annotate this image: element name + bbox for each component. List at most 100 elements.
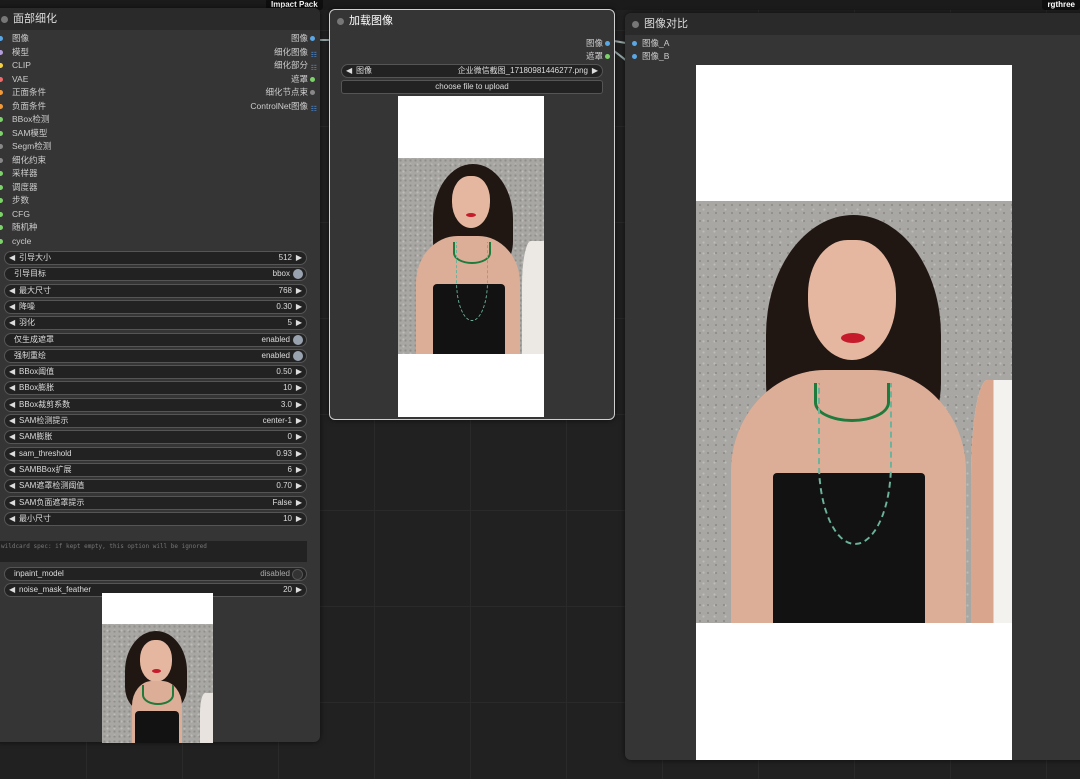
collapse-dot-icon[interactable] xyxy=(1,16,8,23)
load-image-node[interactable]: 加载图像 图像 遮罩 ◀ 图像 企业微信截图_17180981446277.pn… xyxy=(329,9,615,420)
increment-arrow-icon[interactable]: ▶ xyxy=(296,584,302,596)
input-socket-icon[interactable] xyxy=(0,225,3,230)
increment-arrow-icon[interactable]: ▶ xyxy=(296,497,302,509)
decrement-arrow-icon[interactable]: ◀ xyxy=(9,480,15,492)
output-socket-2[interactable]: 细化部分 ☷ xyxy=(198,59,317,72)
widget-2[interactable]: ◀ 最大尺寸 768 ▶ xyxy=(4,283,307,298)
input-socket-icon[interactable] xyxy=(0,238,3,244)
decrement-arrow-icon[interactable]: ◀ xyxy=(9,431,15,443)
decrement-arrow-icon[interactable]: ◀ xyxy=(9,382,15,394)
input-socket-icon[interactable] xyxy=(0,157,3,163)
decrement-arrow-icon[interactable]: ◀ xyxy=(9,513,15,525)
decrement-arrow-icon[interactable]: ◀ xyxy=(9,301,15,313)
widget-1[interactable]: 引导目标 bbox xyxy=(4,267,307,282)
next-file-arrow-icon[interactable]: ▶ xyxy=(592,65,598,77)
widget-3[interactable]: ◀ 降噪 0.30 ▶ xyxy=(4,299,307,314)
compare-title-bar[interactable]: 图像对比 xyxy=(625,13,1080,35)
list-output-icon[interactable]: ☷ xyxy=(311,62,317,75)
input-socket-10[interactable]: 采样器 xyxy=(0,167,38,180)
input-socket-icon[interactable] xyxy=(632,41,637,46)
input-socket-13[interactable]: CFG xyxy=(0,208,30,221)
input-socket-2[interactable]: CLIP xyxy=(0,59,31,72)
list-output-icon[interactable]: ☷ xyxy=(311,103,317,116)
widget-9[interactable]: ◀ BBox裁剪系数 3.0 ▶ xyxy=(4,397,307,412)
input-socket-icon[interactable] xyxy=(0,49,3,55)
output-socket-3[interactable]: 遮罩 xyxy=(198,73,315,86)
output-socket-0[interactable]: 图像 xyxy=(198,32,315,45)
input-socket-11[interactable]: 调度器 xyxy=(0,181,38,194)
input-socket-icon[interactable] xyxy=(0,36,3,41)
widget-13[interactable]: ◀ SAMBBox扩展 6 ▶ xyxy=(4,462,307,477)
input-socket-icon[interactable] xyxy=(0,63,3,68)
widget-15[interactable]: ◀ SAM负面遮罩提示 False ▶ xyxy=(4,495,307,510)
increment-arrow-icon[interactable]: ▶ xyxy=(296,285,302,297)
widget-5[interactable]: 仅生成遮罩 enabled xyxy=(4,332,307,347)
increment-arrow-icon[interactable]: ▶ xyxy=(296,382,302,394)
prev-file-arrow-icon[interactable]: ◀ xyxy=(346,65,352,77)
input-image-b[interactable]: 图像_B xyxy=(630,50,669,63)
input-socket-5[interactable]: 负面条件 xyxy=(0,100,46,113)
input-socket-12[interactable]: 步数 xyxy=(0,194,29,207)
input-socket-15[interactable]: cycle xyxy=(0,235,31,248)
output-socket-icon[interactable] xyxy=(310,76,315,82)
input-socket-icon[interactable] xyxy=(0,117,3,122)
widget-14[interactable]: ◀ SAM遮罩检测阈值 0.70 ▶ xyxy=(4,479,307,494)
decrement-arrow-icon[interactable]: ◀ xyxy=(9,464,15,476)
input-socket-0[interactable]: 图像 xyxy=(0,32,29,45)
decrement-arrow-icon[interactable]: ◀ xyxy=(9,584,15,596)
input-socket-14[interactable]: 随机种 xyxy=(0,221,38,234)
comparison-image[interactable] xyxy=(696,65,1012,760)
input-socket-icon[interactable] xyxy=(0,144,3,149)
increment-arrow-icon[interactable]: ▶ xyxy=(296,317,302,329)
widget-12[interactable]: ◀ sam_threshold 0.93 ▶ xyxy=(4,446,307,461)
output-socket-icon[interactable] xyxy=(605,54,610,59)
list-output-icon[interactable]: ☷ xyxy=(311,49,317,62)
input-socket-7[interactable]: SAM模型 xyxy=(0,127,47,140)
output-socket-4[interactable]: 细化节点束 xyxy=(198,86,315,99)
increment-arrow-icon[interactable]: ▶ xyxy=(296,480,302,492)
decrement-arrow-icon[interactable]: ◀ xyxy=(9,415,15,427)
output-socket-5[interactable]: ControlNet图像 ☷ xyxy=(198,100,317,113)
increment-arrow-icon[interactable]: ▶ xyxy=(296,252,302,264)
input-socket-9[interactable]: 细化约束 xyxy=(0,154,46,167)
input-socket-8[interactable]: Segm检测 xyxy=(0,140,51,153)
input-socket-6[interactable]: BBox检测 xyxy=(0,113,49,126)
widget-11[interactable]: ◀ SAM膨胀 0 ▶ xyxy=(4,430,307,445)
input-socket-icon[interactable] xyxy=(0,198,3,203)
input-socket-icon[interactable] xyxy=(0,171,3,176)
input-socket-1[interactable]: 模型 xyxy=(0,46,29,59)
input-socket-icon[interactable] xyxy=(0,76,3,82)
decrement-arrow-icon[interactable]: ◀ xyxy=(9,285,15,297)
upload-button[interactable]: choose file to upload xyxy=(341,80,603,94)
decrement-arrow-icon[interactable]: ◀ xyxy=(9,497,15,509)
widget-0[interactable]: ◀ 引导大小 512 ▶ xyxy=(4,251,307,265)
input-socket-icon[interactable] xyxy=(0,103,3,109)
decrement-arrow-icon[interactable]: ◀ xyxy=(9,317,15,329)
image-file-combo[interactable]: ◀ 图像 企业微信截图_17180981446277.png ▶ xyxy=(341,64,603,78)
input-socket-3[interactable]: VAE xyxy=(0,73,28,86)
output-socket-1[interactable]: 细化图像 ☷ xyxy=(198,46,317,59)
inpaint-model-toggle[interactable]: inpaint_model disabled xyxy=(4,567,307,581)
input-socket-icon[interactable] xyxy=(0,90,3,95)
increment-arrow-icon[interactable]: ▶ xyxy=(296,301,302,313)
output-socket-icon[interactable] xyxy=(310,36,315,41)
increment-arrow-icon[interactable]: ▶ xyxy=(296,448,302,460)
increment-arrow-icon[interactable]: ▶ xyxy=(296,513,302,525)
input-socket-icon[interactable] xyxy=(632,54,637,59)
collapse-dot-icon[interactable] xyxy=(632,21,639,28)
widget-16[interactable]: ◀ 最小尺寸 10 ▶ xyxy=(4,511,307,526)
widget-6[interactable]: 强制重绘 enabled xyxy=(4,348,307,363)
increment-arrow-icon[interactable]: ▶ xyxy=(296,431,302,443)
increment-arrow-icon[interactable]: ▶ xyxy=(296,464,302,476)
widget-10[interactable]: ◀ SAM检测提示 center-1 ▶ xyxy=(4,414,307,428)
collapse-dot-icon[interactable] xyxy=(337,18,344,25)
input-socket-icon[interactable] xyxy=(0,211,3,217)
decrement-arrow-icon[interactable]: ◀ xyxy=(9,252,15,264)
input-image-a[interactable]: 图像_A xyxy=(630,37,669,50)
input-socket-icon[interactable] xyxy=(0,184,3,190)
increment-arrow-icon[interactable]: ▶ xyxy=(296,415,302,427)
face-detailer-title-bar[interactable]: 面部细化 xyxy=(0,8,320,30)
widget-7[interactable]: ◀ BBox阈值 0.50 ▶ xyxy=(4,365,307,380)
output-mask[interactable]: 遮罩 xyxy=(543,50,610,63)
wildcard-textarea[interactable]: wildcard spec: if kept empty, this optio… xyxy=(0,541,307,562)
